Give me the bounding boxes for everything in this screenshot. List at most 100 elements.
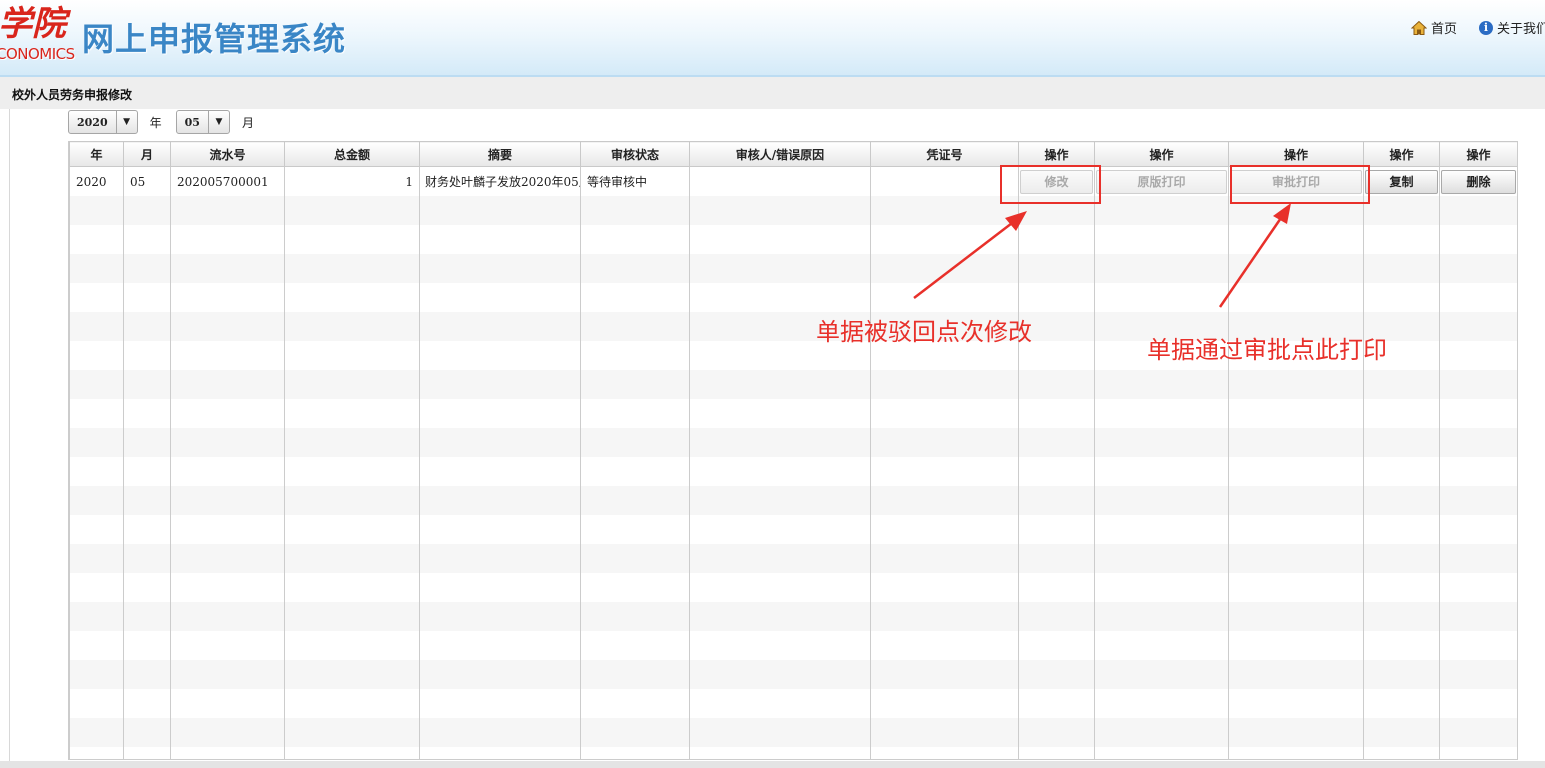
- empty-cell: [1439, 428, 1517, 457]
- empty-row: [69, 573, 1517, 602]
- cell-action-copy: 复制: [1363, 166, 1440, 196]
- empty-cell: [170, 689, 285, 718]
- nav-home-link[interactable]: 首页: [1411, 18, 1457, 37]
- cell-serial: 202005700001: [170, 166, 285, 196]
- month-select[interactable]: 05 ▼: [175, 110, 230, 134]
- empty-cell: [1439, 660, 1517, 689]
- empty-cell: [1018, 486, 1095, 515]
- empty-cell: [170, 457, 285, 486]
- empty-cell: [69, 254, 124, 283]
- year-select[interactable]: 2020 ▼: [68, 110, 138, 134]
- empty-cell: [170, 718, 285, 747]
- empty-cell: [69, 631, 124, 660]
- empty-cell: [284, 254, 420, 283]
- empty-cell: [870, 486, 1019, 515]
- column-header-action: 操作: [1228, 141, 1364, 167]
- empty-cell: [580, 225, 690, 254]
- edit-annotation-text: 单据被驳回点次修改: [816, 318, 1032, 346]
- nav-about-link[interactable]: i 关于我们: [1479, 18, 1545, 37]
- empty-cell: [1228, 399, 1364, 428]
- empty-cell: [580, 486, 690, 515]
- empty-cell: [284, 196, 420, 225]
- empty-cell: [1018, 283, 1095, 312]
- empty-cell: [1228, 486, 1364, 515]
- empty-cell: [1018, 370, 1095, 399]
- empty-cell: [689, 660, 871, 689]
- empty-row: [69, 602, 1517, 631]
- empty-cell: [170, 544, 285, 573]
- copy-button[interactable]: 复制: [1365, 169, 1438, 194]
- empty-row: [69, 689, 1517, 718]
- empty-cell: [170, 254, 285, 283]
- empty-cell: [284, 341, 420, 370]
- empty-cell: [689, 283, 871, 312]
- delete-button[interactable]: 删除: [1441, 169, 1516, 194]
- empty-cell: [1018, 631, 1095, 660]
- empty-cell: [419, 457, 581, 486]
- empty-cell: [1228, 631, 1364, 660]
- empty-cell: [689, 602, 871, 631]
- column-header-action: 操作: [1439, 141, 1517, 167]
- empty-row: [69, 370, 1517, 399]
- empty-cell: [1363, 196, 1440, 225]
- empty-cell: [170, 747, 285, 759]
- empty-cell: [689, 544, 871, 573]
- table-header-row: 年 月 流水号 总金额 摘要 审核状态 审核人/错误原因 凭证号 操作 操作 操…: [69, 141, 1517, 167]
- month-value: 05: [184, 115, 200, 129]
- cell-status: 等待审核中: [580, 166, 690, 196]
- empty-cell: [870, 718, 1019, 747]
- section-bar: 校外人员劳务申报修改: [0, 77, 1545, 109]
- empty-cell: [1094, 196, 1229, 225]
- empty-cell: [1363, 486, 1440, 515]
- empty-cell: [1228, 544, 1364, 573]
- empty-cell: [419, 486, 581, 515]
- cell-reviewer: [689, 166, 871, 196]
- empty-cell: [123, 399, 171, 428]
- empty-cell: [870, 544, 1019, 573]
- empty-cell: [1018, 399, 1095, 428]
- edit-highlight-box: [1000, 165, 1101, 204]
- empty-row: [69, 428, 1517, 457]
- column-header-voucher: 凭证号: [870, 141, 1019, 167]
- nav-about-label: 关于我们: [1497, 22, 1545, 37]
- empty-cell: [1228, 370, 1364, 399]
- empty-cell: [170, 370, 285, 399]
- empty-cell: [170, 283, 285, 312]
- empty-cell: [170, 515, 285, 544]
- year-value: 2020: [77, 115, 108, 129]
- empty-cell: [580, 399, 690, 428]
- empty-cell: [123, 225, 171, 254]
- empty-cell: [1439, 370, 1517, 399]
- empty-cell: [1439, 689, 1517, 718]
- empty-cell: [689, 747, 871, 759]
- empty-cell: [1094, 544, 1229, 573]
- print-original-button[interactable]: 原版打印: [1096, 169, 1227, 194]
- empty-cell: [870, 254, 1019, 283]
- empty-cell: [284, 515, 420, 544]
- empty-cell: [580, 718, 690, 747]
- empty-cell: [1094, 515, 1229, 544]
- empty-cell: [1018, 573, 1095, 602]
- empty-cell: [580, 428, 690, 457]
- column-header-status: 审核状态: [580, 141, 690, 167]
- cell-amount: 1: [284, 166, 420, 196]
- empty-cell: [284, 457, 420, 486]
- empty-cell: [170, 196, 285, 225]
- empty-cell: [419, 225, 581, 254]
- empty-cell: [284, 689, 420, 718]
- empty-cell: [870, 370, 1019, 399]
- empty-cell: [419, 718, 581, 747]
- cell-summary: 财务处叶麟子发放2020年05月: [419, 166, 581, 196]
- month-label: 月: [241, 115, 254, 130]
- empty-cell: [170, 399, 285, 428]
- empty-cell: [419, 747, 581, 759]
- empty-cell: [419, 312, 581, 341]
- empty-cell: [123, 689, 171, 718]
- empty-cell: [689, 196, 871, 225]
- empty-cell: [870, 660, 1019, 689]
- empty-row: [69, 399, 1517, 428]
- top-nav: 首页 i 关于我们: [1411, 18, 1545, 37]
- empty-cell: [419, 196, 581, 225]
- empty-cell: [580, 631, 690, 660]
- empty-cell: [123, 515, 171, 544]
